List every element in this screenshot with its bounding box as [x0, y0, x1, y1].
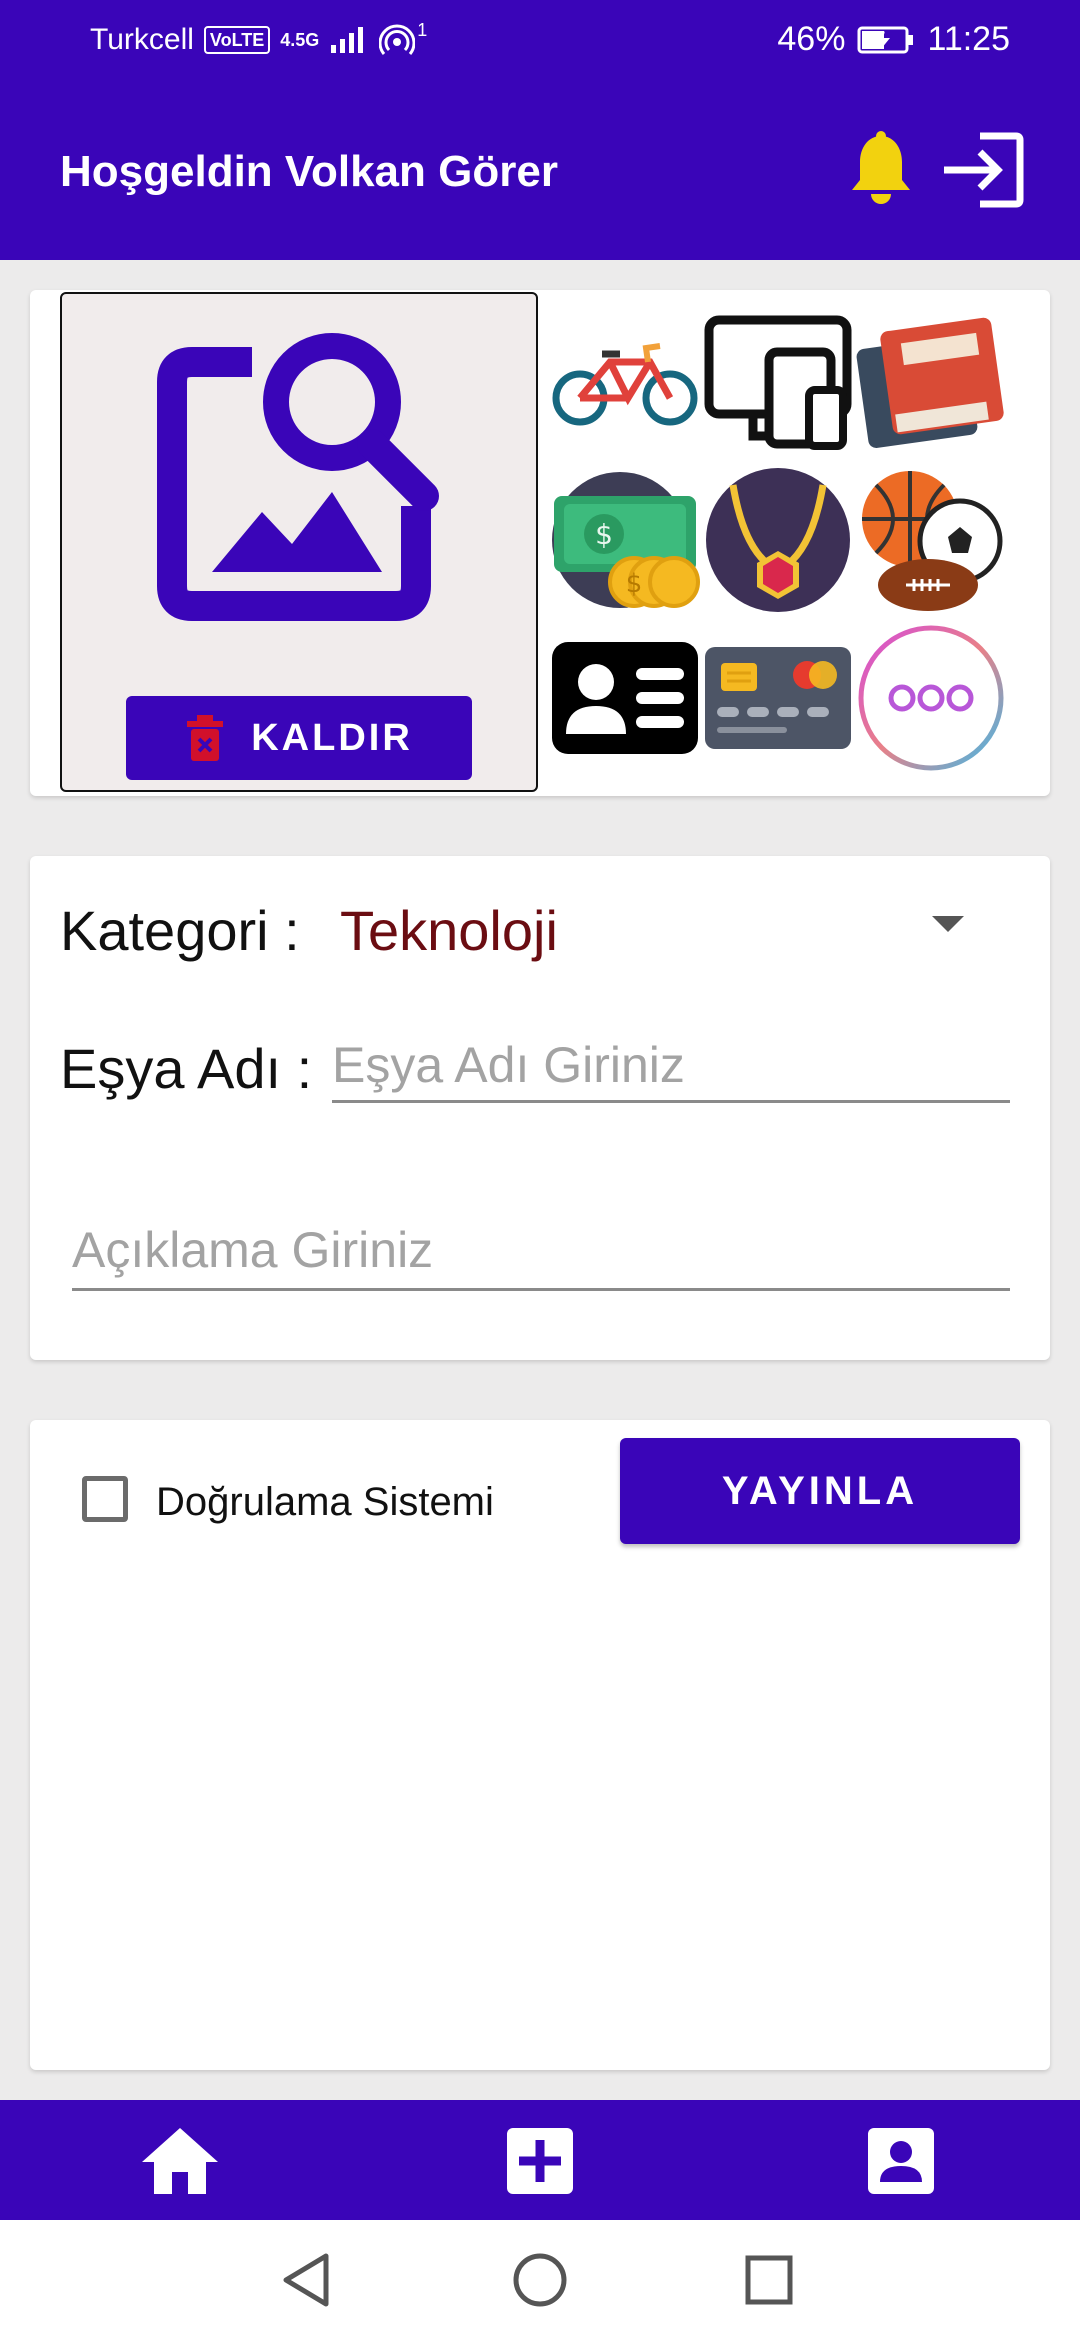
battery-charging-icon: [857, 26, 914, 53]
category-sports[interactable]: [856, 462, 1006, 617]
account-box-icon[interactable]: [866, 2126, 936, 2196]
welcome-title: Hoşgeldin Volkan Görer: [60, 147, 558, 196]
more-icon: [858, 625, 1004, 770]
sports-balls-icon: [862, 470, 1003, 611]
image-search-icon: [157, 333, 439, 621]
category-label: Kategori :: [60, 899, 300, 962]
svg-text:$: $: [595, 518, 613, 551]
verification-label: Doğrulama Sistemi: [156, 1480, 494, 1524]
network-type: 4.5G: [280, 29, 320, 50]
item-name-input[interactable]: [332, 1030, 1010, 1103]
category-books[interactable]: [856, 304, 1006, 459]
trash-icon: [187, 715, 224, 761]
devices-icon: [704, 315, 852, 450]
back-icon[interactable]: [282, 2252, 332, 2308]
category-jewelry[interactable]: [703, 462, 853, 617]
hotspot-icon: [379, 24, 416, 55]
image-category-card: KALDIR $ $: [30, 290, 1050, 796]
remove-label: KALDIR: [251, 716, 413, 759]
notification-bell-icon[interactable]: [846, 130, 916, 210]
logout-icon[interactable]: [940, 132, 1024, 208]
clock: 11:25: [927, 20, 1010, 58]
home-circle-icon[interactable]: [512, 2252, 568, 2308]
books-icon: [856, 317, 1004, 448]
signal-icon: [331, 27, 364, 53]
system-navigation-bar: [0, 2220, 1080, 2340]
publish-card: Doğrulama Sistemi YAYINLA: [30, 1420, 1050, 2070]
recents-icon[interactable]: [744, 2252, 794, 2308]
category-id-card[interactable]: [550, 620, 700, 775]
category-technology[interactable]: [703, 304, 853, 459]
item-form-card: Kategori : Teknoloji Eşya Adı :: [30, 856, 1050, 1360]
bicycle-icon: [552, 342, 698, 425]
category-dropdown-value[interactable]: Teknoloji: [340, 898, 558, 963]
status-left: Turkcell VoLTE 4.5G 1: [90, 19, 428, 58]
category-grid: $ $: [550, 304, 1010, 784]
bottom-navigation: [0, 2100, 1080, 2220]
status-right: 46% 11:25: [777, 20, 1010, 59]
category-money[interactable]: $ $: [550, 462, 700, 617]
carrier-name: Turkcell: [90, 23, 194, 56]
svg-text:$: $: [626, 569, 643, 599]
jewelry-icon: [706, 467, 850, 612]
item-name-label: Eşya Adı :: [60, 1037, 313, 1100]
battery-percent: 46%: [777, 20, 846, 58]
id-card-icon: [552, 641, 698, 754]
category-more[interactable]: [856, 620, 1006, 775]
publish-button[interactable]: YAYINLA: [620, 1438, 1020, 1544]
description-input[interactable]: [72, 1212, 1010, 1291]
image-picker[interactable]: KALDIR: [60, 292, 538, 792]
hotspot-count: 1: [417, 19, 428, 40]
app-bar: Hoşgeldin Volkan Görer: [0, 80, 1080, 260]
credit-card-icon: [705, 646, 851, 749]
status-bar: Turkcell VoLTE 4.5G 1 46% 11:25: [0, 0, 1080, 80]
volte-badge: VoLTE: [203, 26, 271, 54]
remove-image-button[interactable]: KALDIR: [126, 696, 472, 780]
add-box-icon[interactable]: [505, 2126, 575, 2196]
verification-checkbox[interactable]: [82, 1476, 128, 1522]
category-credit-card[interactable]: [703, 620, 853, 775]
money-icon: $ $: [552, 471, 700, 608]
category-bicycle[interactable]: [550, 304, 700, 459]
home-icon[interactable]: [140, 2126, 220, 2196]
chevron-down-icon[interactable]: [930, 914, 966, 934]
